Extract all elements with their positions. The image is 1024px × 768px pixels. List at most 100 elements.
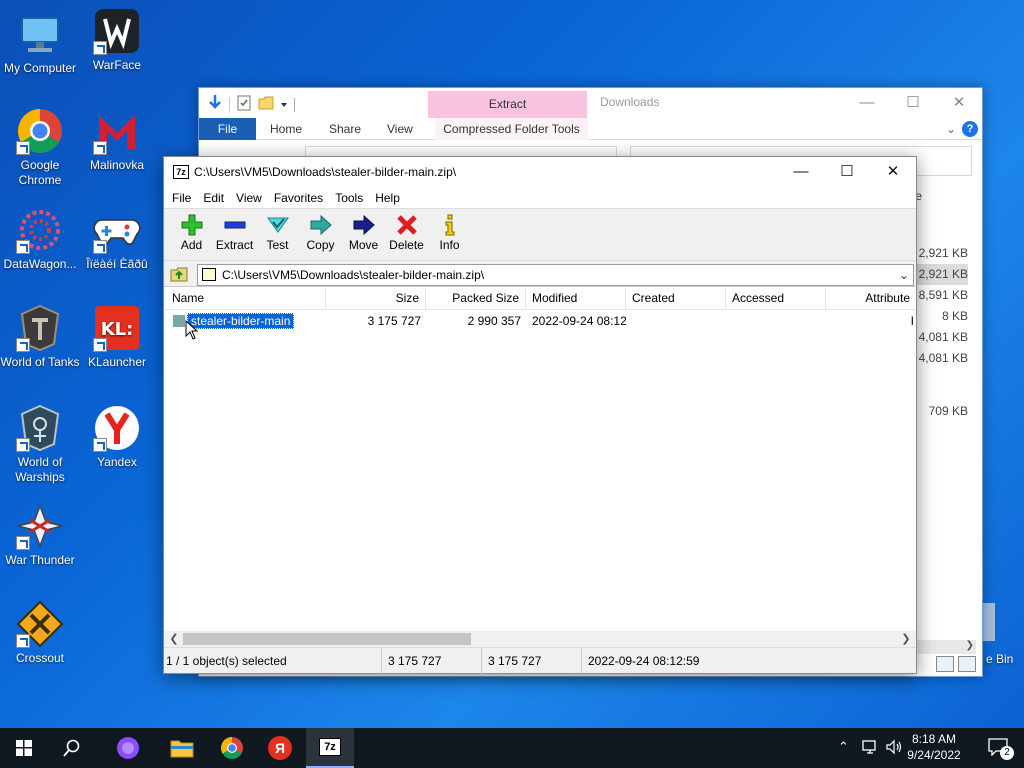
delete-icon [396,215,417,235]
desktop-icon-warface[interactable]: WarFace [77,7,157,73]
add-button[interactable]: Add [170,209,213,260]
column-header-size[interactable]: Size [326,288,426,310]
tab-compressed-folder-tools[interactable]: Compressed Folder Tools [435,118,588,140]
desktop-icon-my-computer[interactable]: My Computer [0,10,80,76]
desktop-icon-world-of-warships[interactable]: World of Warships [0,404,80,485]
shortcut-arrow-icon [16,536,30,550]
help-icon[interactable]: ? [962,121,978,137]
list-item-size[interactable]: 709 KB [908,401,968,422]
file-explorer-icon [170,740,194,758]
folder-icon [173,315,185,327]
file-list[interactable]: Name Size Packed Size Modified Created A… [164,288,916,631]
list-item-size[interactable]: 4,081 KB [908,327,968,348]
delete-button[interactable]: Delete [385,209,428,260]
taskbar-yandex-browser[interactable]: Я [256,728,304,768]
tab-share[interactable]: Share [329,118,361,140]
address-bar[interactable]: C:\Users\VM5\Downloads\stealer-bilder-ma… [197,264,914,286]
malinovka-icon [93,107,141,155]
desktop-icon-war-thunder[interactable]: War Thunder [0,502,80,568]
list-item-size[interactable]: 2,921 KB [908,264,968,285]
show-hidden-icons-icon[interactable]: ⌃ [838,739,849,755]
desktop-icon-malinovka[interactable]: Malinovka [77,107,157,173]
menu-file[interactable]: File [166,187,197,208]
shortcut-arrow-icon [16,438,30,452]
info-button[interactable]: Info [428,209,471,260]
test-button[interactable]: Test [256,209,299,260]
status-modified: 2022-09-24 08:12:59 [588,654,700,668]
row-name: stealer-bilder-main [187,313,295,329]
column-header-accessed[interactable]: Accessed [726,288,826,310]
extract-button[interactable]: Extract [213,209,256,260]
address-dropdown-icon[interactable]: ⌄ [899,265,909,285]
close-button[interactable]: ✕ [936,88,982,118]
menu-tools[interactable]: Tools [329,187,369,208]
ribbon-expand-icon[interactable]: ⌄ [946,118,956,140]
copy-button[interactable]: Copy [299,209,342,260]
minimize-button[interactable]: — [778,157,824,187]
close-button[interactable]: ✕ [870,157,916,187]
explorer-horizontal-scrollbar[interactable]: ❯ [915,640,976,654]
up-folder-icon[interactable] [170,265,188,283]
menu-favorites[interactable]: Favorites [268,187,329,208]
shortcut-arrow-icon [93,41,107,55]
large-icons-view-icon[interactable] [958,656,976,672]
column-header-attributes[interactable]: Attribute [826,288,916,310]
extract-context-tab[interactable]: Extract [428,91,587,118]
menu-help[interactable]: Help [369,187,406,208]
new-folder-icon[interactable] [258,95,274,114]
search-button[interactable] [48,728,96,768]
maximize-button[interactable]: ☐ [824,157,870,187]
list-item-size[interactable]: 8 KB [908,306,968,327]
column-header-name[interactable]: Name [166,288,326,310]
horizontal-scrollbar[interactable]: ❮ ❯ [164,631,916,647]
menu-bar: File Edit View Favorites Tools Help [164,187,916,209]
tab-home[interactable]: Home [270,118,302,140]
scroll-right-icon[interactable]: ❯ [966,640,974,651]
table-row[interactable]: stealer-bilder-main 3 175 727 2 990 357 … [164,312,916,330]
download-arrow-icon[interactable] [207,94,223,115]
list-item-size[interactable]: 8,591 KB [908,285,968,306]
move-button[interactable]: Move [342,209,385,260]
explorer-window-controls: — ☐ ✕ [844,88,982,118]
desktop-icon-datawagon[interactable]: DataWagon... [0,206,80,272]
tab-view[interactable]: View [387,118,413,140]
properties-icon[interactable] [236,95,252,114]
tab-file[interactable]: File [199,118,256,140]
desktop-icon-klauncher[interactable]: KL: KLauncher [77,304,157,370]
list-item-size[interactable]: 2,921 KB [908,243,968,264]
maximize-button[interactable]: ☐ [890,88,936,118]
column-header-modified[interactable]: Modified [526,288,626,310]
details-view-icon[interactable] [936,656,954,672]
desktop-icon-google-chrome[interactable]: Google Chrome [0,107,80,188]
desktop-icon-games[interactable]: Îïëàéí Èãðû [77,206,157,272]
scroll-right-icon[interactable]: ❯ [898,631,914,647]
shortcut-arrow-icon [93,240,107,254]
column-header-packed-size[interactable]: Packed Size [426,288,526,310]
taskbar-alice[interactable] [104,728,152,768]
computer-icon [16,10,64,58]
column-header-created[interactable]: Created [626,288,726,310]
taskbar-chrome[interactable] [208,728,256,768]
taskbar-file-explorer[interactable] [158,728,206,768]
list-item-size[interactable]: 4,081 KB [908,348,968,369]
desktop-icon-world-of-tanks[interactable]: World of Tanks [0,304,80,370]
notification-center-button[interactable]: 2 [988,738,1014,760]
scrollbar-thumb[interactable] [183,633,471,645]
status-selection: 1 / 1 object(s) selected [164,648,382,674]
minimize-button[interactable]: — [844,88,890,118]
network-icon[interactable] [862,739,880,758]
chrome-icon [16,107,64,155]
qat-dropdown-icon[interactable] [280,98,288,112]
taskbar-7zip[interactable]: 7z [306,728,354,768]
menu-view[interactable]: View [230,187,268,208]
desktop-icon-crossout[interactable]: Crossout [0,600,80,666]
svg-text:KL:: KL: [101,319,134,340]
menu-edit[interactable]: Edit [197,187,230,208]
recycle-bin-label: e Bin [986,652,1014,666]
start-button[interactable] [0,728,48,768]
scroll-left-icon[interactable]: ❮ [166,631,182,647]
desktop-icon-yandex[interactable]: Yandex [77,404,157,470]
crossout-icon [16,600,64,648]
system-clock[interactable]: 8:18 AM 9/24/2022 [902,731,966,763]
7zip-window[interactable]: 7z C:\Users\VM5\Downloads\stealer-bilder… [163,156,917,674]
